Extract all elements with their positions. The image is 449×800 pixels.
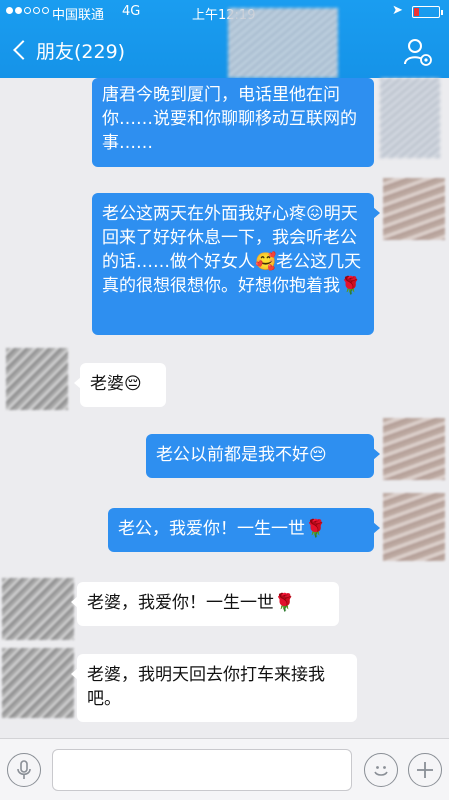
input-bar [0,738,449,800]
message-list[interactable]: 唐君今晚到厦门，电话里他在问你……说要和你聊聊移动互联网的事…… 老公这两天在外… [0,8,449,738]
message-bubble-outgoing[interactable]: 老公以前都是我不好😔 [146,434,380,478]
message-bubble-outgoing[interactable]: 老公这两天在外面我好心疼😖明天回来了好好休息一下，我会听老公的话……做个好女人🥰… [92,193,380,335]
my-avatar[interactable] [383,178,445,240]
my-avatar[interactable] [383,418,445,480]
smiley-icon [374,766,388,776]
message-text: 唐君今晚到厦门，电话里他在问你……说要和你聊聊移动互联网的事…… [102,85,357,153]
friend-avatar[interactable] [2,648,74,718]
message-text: 老公，我爱你！一生一世🌹 [118,519,327,539]
message-bubble-incoming[interactable]: 老婆😔 [74,363,166,407]
network-type: 4G [122,4,141,19]
redaction-smear [380,78,440,158]
profile-settings-icon[interactable] [402,36,434,68]
microphone-icon [17,760,31,779]
emoji-button[interactable] [364,753,398,787]
friend-avatar[interactable] [2,578,74,640]
chat-title: 朋友(229) [36,40,126,63]
carrier-name: 中国联通 [52,8,105,23]
status-bar: 中国联通 4G 上午12:19 ➤ [0,0,449,24]
message-text: 老公这两天在外面我好心疼😖明天回来了好好休息一下，我会听老公的话……做个好女人🥰… [102,204,362,296]
chevron-left-icon [13,40,33,60]
message-bubble-incoming[interactable]: 老婆，我明天回去你打车来接我吧。 [71,654,357,722]
my-avatar[interactable] [383,493,445,561]
message-text: 老婆，我爱你！一生一世🌹 [87,593,296,613]
signal-strength-icon [6,7,49,14]
voice-button[interactable] [7,753,41,787]
location-arrow-icon: ➤ [392,3,403,18]
message-text: 老婆😔 [90,374,142,394]
friend-avatar[interactable] [6,348,68,410]
more-button[interactable] [408,753,442,787]
message-input[interactable] [52,749,352,791]
message-bubble-incoming[interactable]: 老婆，我爱你！一生一世🌹 [71,582,339,626]
back-button[interactable]: 朋友(229) [12,34,125,66]
battery-icon [412,6,443,18]
plus-icon [417,762,433,778]
message-text: 老公以前都是我不好😔 [156,445,327,465]
redaction-smear [228,8,338,78]
message-bubble-outgoing[interactable]: 唐君今晚到厦门，电话里他在问你……说要和你聊聊移动互联网的事…… [92,78,374,167]
message-bubble-outgoing[interactable]: 老公，我爱你！一生一世🌹 [108,508,380,552]
message-text: 老婆，我明天回去你打车来接我吧。 [87,665,325,709]
chat-header: 中国联通 4G 上午12:19 ➤ 朋友(229) [0,0,449,78]
